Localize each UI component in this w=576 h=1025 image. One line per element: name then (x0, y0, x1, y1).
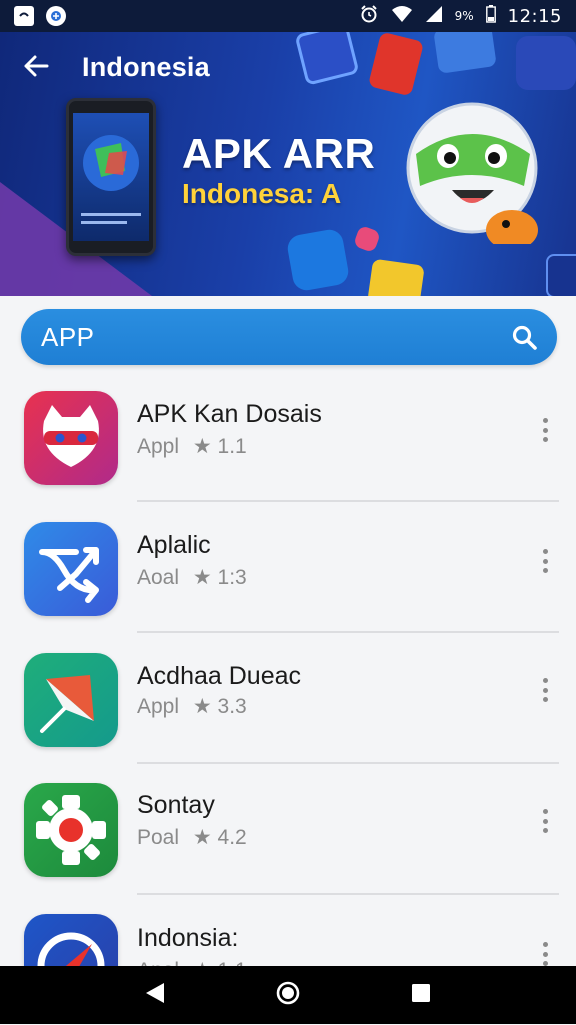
app-category: Aoal (137, 566, 180, 589)
home-nav-icon[interactable] (275, 980, 301, 1011)
back-nav-icon[interactable] (144, 981, 166, 1010)
floating-tile-icon (516, 36, 576, 90)
clock: 12:15 (507, 5, 562, 27)
page-title: Indonesia (82, 52, 210, 82)
app-meta: Aoal ★ 1:3 (137, 565, 247, 590)
app-name: APK Kan Dosais (137, 400, 322, 428)
floating-tile-icon (433, 32, 497, 74)
floating-tile-icon (294, 32, 360, 86)
more-options-icon[interactable] (534, 940, 556, 968)
phone-illustration (66, 98, 156, 256)
banner-subtitle: Indonesa: A (182, 178, 342, 209)
floating-tile-icon (546, 254, 576, 296)
floating-tile-icon (285, 227, 351, 293)
search-input[interactable]: APP (41, 322, 95, 353)
floating-tile-icon (367, 258, 425, 296)
mask-cat-icon (24, 391, 118, 485)
search-bar[interactable]: APP (21, 309, 557, 365)
alarm-icon (359, 4, 379, 28)
app-rating: ★ 1.1 (192, 435, 247, 458)
back-button[interactable] (20, 50, 52, 82)
floating-tile-icon (352, 224, 382, 254)
app-rating: ★ 1:3 (192, 566, 247, 589)
list-item[interactable]: APK Kan Dosais Appl ★ 1.1 (0, 370, 576, 502)
battery-icon (485, 5, 496, 27)
status-bar: 9% 12:15 (0, 0, 576, 32)
app-notification-icon (46, 6, 66, 26)
robot-mascot-icon (406, 102, 538, 244)
app-name: Indonsia: (137, 924, 239, 952)
more-options-icon[interactable] (534, 547, 556, 575)
app-name: Aplalic (137, 531, 211, 559)
gear-target-icon (24, 783, 118, 877)
navigation-bar (0, 966, 576, 1024)
search-icon[interactable] (509, 322, 539, 352)
notification-icon (14, 6, 34, 26)
app-rating: ★ 3.3 (192, 695, 247, 718)
banner-title: APK ARR (182, 130, 376, 177)
app-name: Acdhaa Dueac (137, 662, 302, 690)
app-meta: Appl ★ 3.3 (137, 694, 247, 719)
floating-tile-icon (367, 32, 425, 97)
app-rating: ★ 4.2 (192, 826, 247, 849)
app-name: Sontay (137, 791, 215, 819)
more-options-icon[interactable] (534, 416, 556, 444)
more-options-icon[interactable] (534, 807, 556, 835)
recents-nav-icon[interactable] (410, 982, 432, 1009)
more-options-icon[interactable] (534, 676, 556, 704)
battery-level: 9% (454, 9, 474, 23)
signal-icon (425, 5, 443, 27)
app-category: Appl (137, 435, 180, 458)
app-category: Appl (137, 695, 180, 718)
header-banner: Indonesia APK ARR Indonesa: A (0, 32, 576, 296)
crossed-arrows-icon (24, 522, 118, 616)
list-item[interactable]: Acdhaa Dueac Appl ★ 3.3 (0, 632, 576, 764)
back-arrow-icon (24, 55, 49, 77)
wifi-icon (391, 5, 413, 27)
app-meta: Poal ★ 4.2 (137, 825, 247, 850)
app-meta: Appl ★ 1.1 (137, 434, 247, 459)
paper-plane-icon (24, 653, 118, 747)
app-category: Poal (137, 826, 180, 849)
list-item[interactable]: Sontay Poal ★ 4.2 (0, 763, 576, 895)
list-item[interactable]: Aplalic Aoal ★ 1:3 (0, 501, 576, 633)
